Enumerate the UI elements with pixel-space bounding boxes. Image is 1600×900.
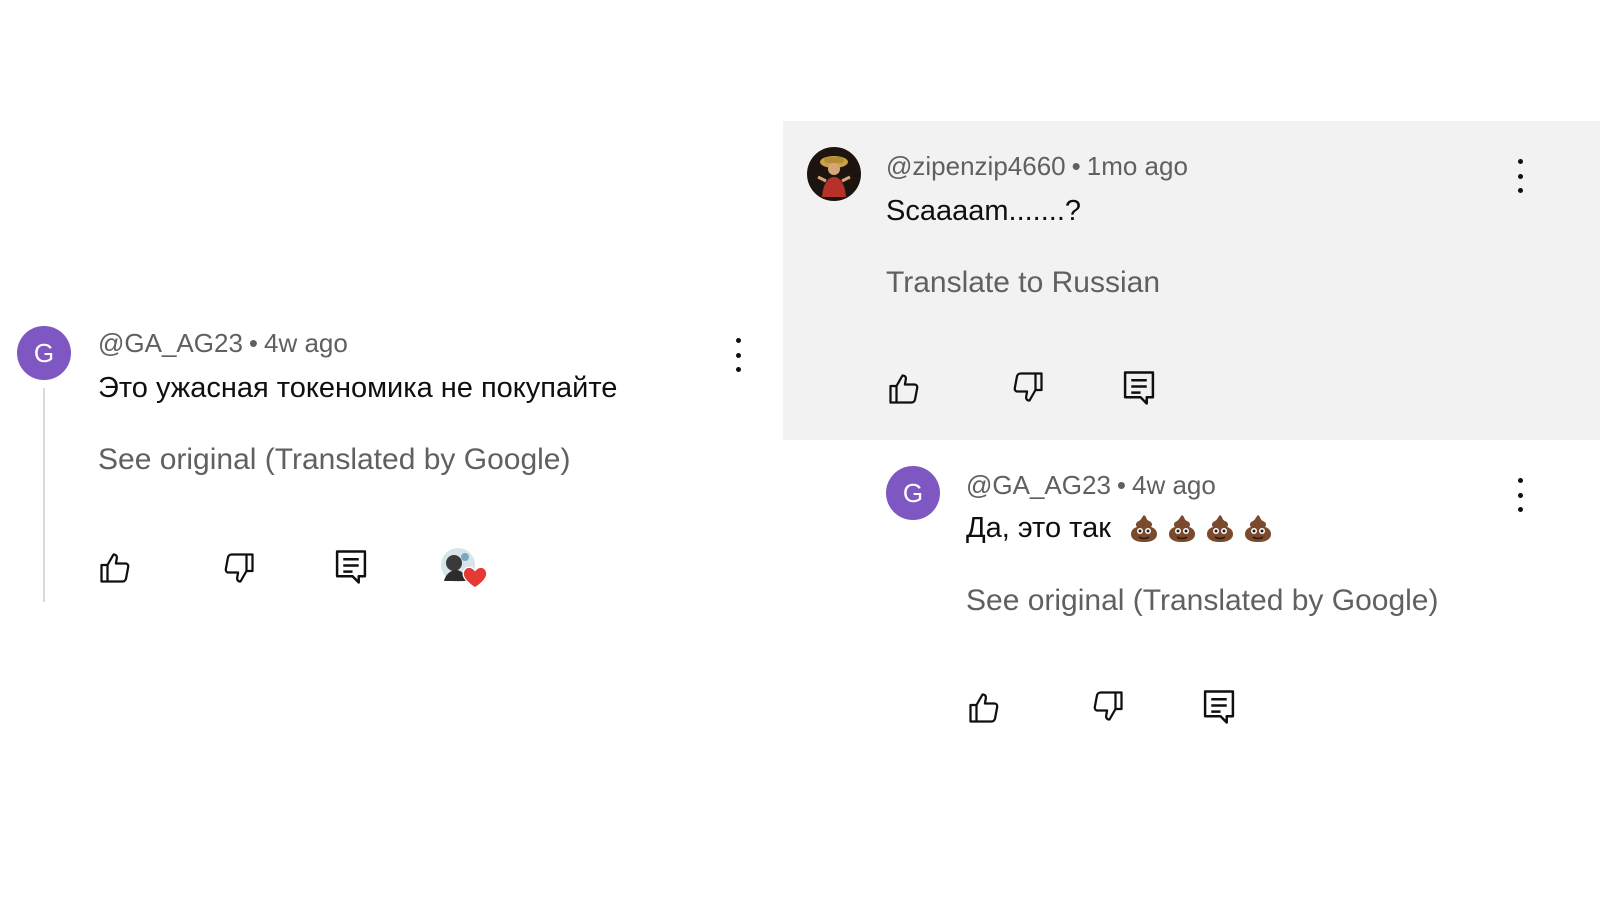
comment-text: Scaaaam.......? [886,195,1082,227]
author-name[interactable]: @GA_AG23 [966,470,1111,500]
comment-time[interactable]: 4w ago [1132,470,1216,500]
like-icon[interactable] [97,550,133,586]
comment-text-content: Да, это так [966,512,1111,544]
meta-separator: • [1116,470,1127,500]
pile-of-poo-icon [1245,515,1272,543]
dislike-icon[interactable] [1090,688,1126,724]
creator-heart [440,547,490,591]
thread-line [43,388,45,602]
pile-of-poo-icon [1207,515,1234,543]
translate-link[interactable]: Translate to Russian [886,266,1160,300]
comment-meta: @GA_AG23 • 4w ago [966,470,1216,501]
reply-icon[interactable] [1202,688,1236,726]
comment-meta: @zipenzip4660 • 1mo ago [886,151,1188,182]
avatar[interactable]: G [886,466,940,520]
author-name[interactable]: @zipenzip4660 [886,151,1066,181]
comment-text: Это ужасная токеномика не покупайте [98,372,618,404]
avatar[interactable]: G [17,326,71,380]
more-options-button[interactable] [1510,478,1530,512]
see-original-link[interactable]: See original (Translated by Google) [966,584,1438,618]
heart-icon [462,566,488,589]
author-name[interactable]: @GA_AG23 [98,328,243,358]
dislike-icon[interactable] [1010,369,1046,405]
reply-icon[interactable] [334,548,368,586]
reply-icon[interactable] [1122,369,1156,407]
more-options-button[interactable] [728,338,748,372]
comment-time[interactable]: 1mo ago [1087,151,1188,181]
meta-separator: • [1071,151,1081,181]
like-icon[interactable] [886,371,922,407]
avatar[interactable] [807,147,861,201]
pile-of-poo-icon [1169,515,1196,543]
see-original-link[interactable]: See original (Translated by Google) [98,443,570,477]
emoji-group [1127,512,1275,546]
meta-separator: • [248,328,259,358]
left-comment: G @GA_AG23 • 4w ago Это ужасная токеномика… [0,300,780,620]
like-icon[interactable] [966,690,1002,726]
more-options-button[interactable] [1510,159,1530,193]
dislike-icon[interactable] [221,550,257,586]
comment-meta: @GA_AG23 • 4w ago [98,328,348,359]
reply-comment: G @GA_AG23 • 4w ago Да, это так See origin… [860,440,1600,740]
comment-text: Да, это так [966,512,1275,546]
comment-time[interactable]: 4w ago [264,328,348,358]
pile-of-poo-icon [1131,515,1158,543]
highlighted-comment: @zipenzip4660 • 1mo ago Scaaaam.......? Tr… [783,121,1600,440]
